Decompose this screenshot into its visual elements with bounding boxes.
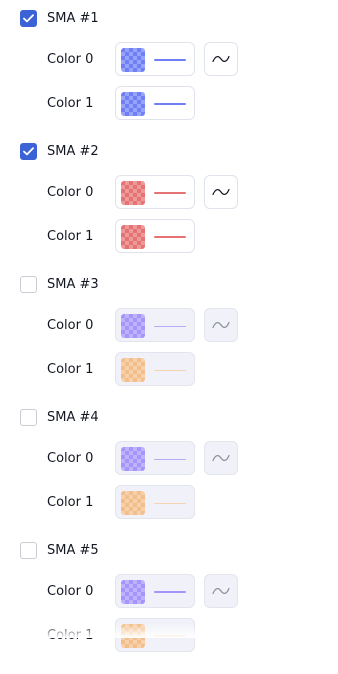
color-picker-button[interactable] — [115, 618, 195, 652]
color-swatch — [121, 48, 145, 72]
color-picker-button[interactable] — [115, 308, 195, 342]
color-label: Color 1 — [47, 96, 94, 111]
color-swatch — [121, 181, 145, 205]
color-picker-button[interactable] — [115, 352, 195, 386]
color-row: Color 0 — [0, 308, 338, 344]
color-swatch — [121, 225, 145, 249]
line-style-button[interactable] — [204, 175, 238, 209]
sma-checkbox[interactable] — [20, 541, 37, 559]
color-swatch — [121, 491, 145, 515]
line-style-button[interactable] — [204, 574, 238, 608]
color-row: Color 1 — [0, 219, 338, 255]
check-icon — [23, 13, 34, 22]
color-label: Color 0 — [47, 185, 94, 200]
sma-label: SMA #4 — [47, 409, 99, 425]
color-swatch — [121, 447, 145, 471]
line-sample — [154, 591, 186, 593]
sma-section: SMA #2 Color 0 Color 1 — [0, 141, 338, 275]
sma-section: SMA #1 Color 0 Color 1 — [0, 8, 338, 142]
color-picker-button[interactable] — [115, 574, 195, 608]
sma-section: SMA #5 Color 0 Color 1 — [0, 540, 338, 674]
color-label: Color 1 — [47, 495, 94, 510]
line-sample — [154, 103, 186, 105]
color-row: Color 1 — [0, 86, 338, 122]
sma-checkbox[interactable] — [20, 408, 37, 426]
color-label: Color 1 — [47, 229, 94, 244]
line-sample — [154, 325, 186, 327]
line-sample — [154, 192, 186, 194]
wave-line-icon — [212, 321, 230, 329]
color-row: Color 1 — [0, 485, 338, 521]
line-style-button[interactable] — [204, 42, 238, 76]
color-row: Color 0 — [0, 42, 338, 78]
line-sample — [154, 369, 186, 371]
color-picker-button[interactable] — [115, 219, 195, 253]
line-sample — [154, 635, 186, 637]
sma-checkbox[interactable] — [20, 142, 37, 160]
color-picker-button[interactable] — [115, 86, 195, 120]
sma-section: SMA #3 Color 0 Color 1 — [0, 274, 338, 408]
sma-toggle[interactable]: SMA #2 — [20, 141, 99, 161]
sma-toggle[interactable]: SMA #5 — [20, 540, 99, 560]
color-label: Color 0 — [47, 451, 94, 466]
wave-line-icon — [212, 454, 230, 462]
sma-checkbox[interactable] — [20, 275, 37, 293]
color-swatch — [121, 314, 145, 338]
sma-label: SMA #2 — [47, 143, 99, 159]
sma-toggle[interactable]: SMA #3 — [20, 274, 99, 294]
line-sample — [154, 458, 186, 460]
line-sample — [154, 59, 186, 61]
color-swatch — [121, 92, 145, 116]
color-label: Color 0 — [47, 318, 94, 333]
color-swatch — [121, 624, 145, 648]
line-style-button[interactable] — [204, 441, 238, 475]
sma-toggle[interactable]: SMA #4 — [20, 407, 99, 427]
sma-settings-panel: SMA #1 Color 0 Color 1 SMA #2 Color 0 Color 1… — [0, 0, 338, 652]
color-row: Color 1 — [0, 352, 338, 388]
wave-line-icon — [212, 587, 230, 595]
color-row: Color 1 — [0, 618, 338, 654]
color-picker-button[interactable] — [115, 441, 195, 475]
sma-label: SMA #5 — [47, 542, 99, 558]
wave-line-icon — [212, 55, 230, 63]
color-swatch — [121, 358, 145, 382]
line-sample — [154, 236, 186, 238]
color-picker-button[interactable] — [115, 485, 195, 519]
line-sample — [154, 502, 186, 504]
color-row: Color 0 — [0, 441, 338, 477]
sma-label: SMA #1 — [47, 10, 99, 26]
color-label: Color 0 — [47, 52, 94, 67]
color-row: Color 0 — [0, 175, 338, 211]
color-picker-button[interactable] — [115, 175, 195, 209]
color-swatch — [121, 580, 145, 604]
line-style-button[interactable] — [204, 308, 238, 342]
color-label: Color 0 — [47, 584, 94, 599]
sma-section: SMA #4 Color 0 Color 1 — [0, 407, 338, 541]
color-picker-button[interactable] — [115, 42, 195, 76]
color-label: Color 1 — [47, 362, 94, 377]
check-icon — [23, 146, 34, 155]
color-label: Color 1 — [47, 628, 94, 643]
sma-toggle[interactable]: SMA #1 — [20, 8, 99, 28]
wave-line-icon — [212, 188, 230, 196]
sma-label: SMA #3 — [47, 276, 99, 292]
color-row: Color 0 — [0, 574, 338, 610]
sma-checkbox[interactable] — [20, 9, 37, 27]
